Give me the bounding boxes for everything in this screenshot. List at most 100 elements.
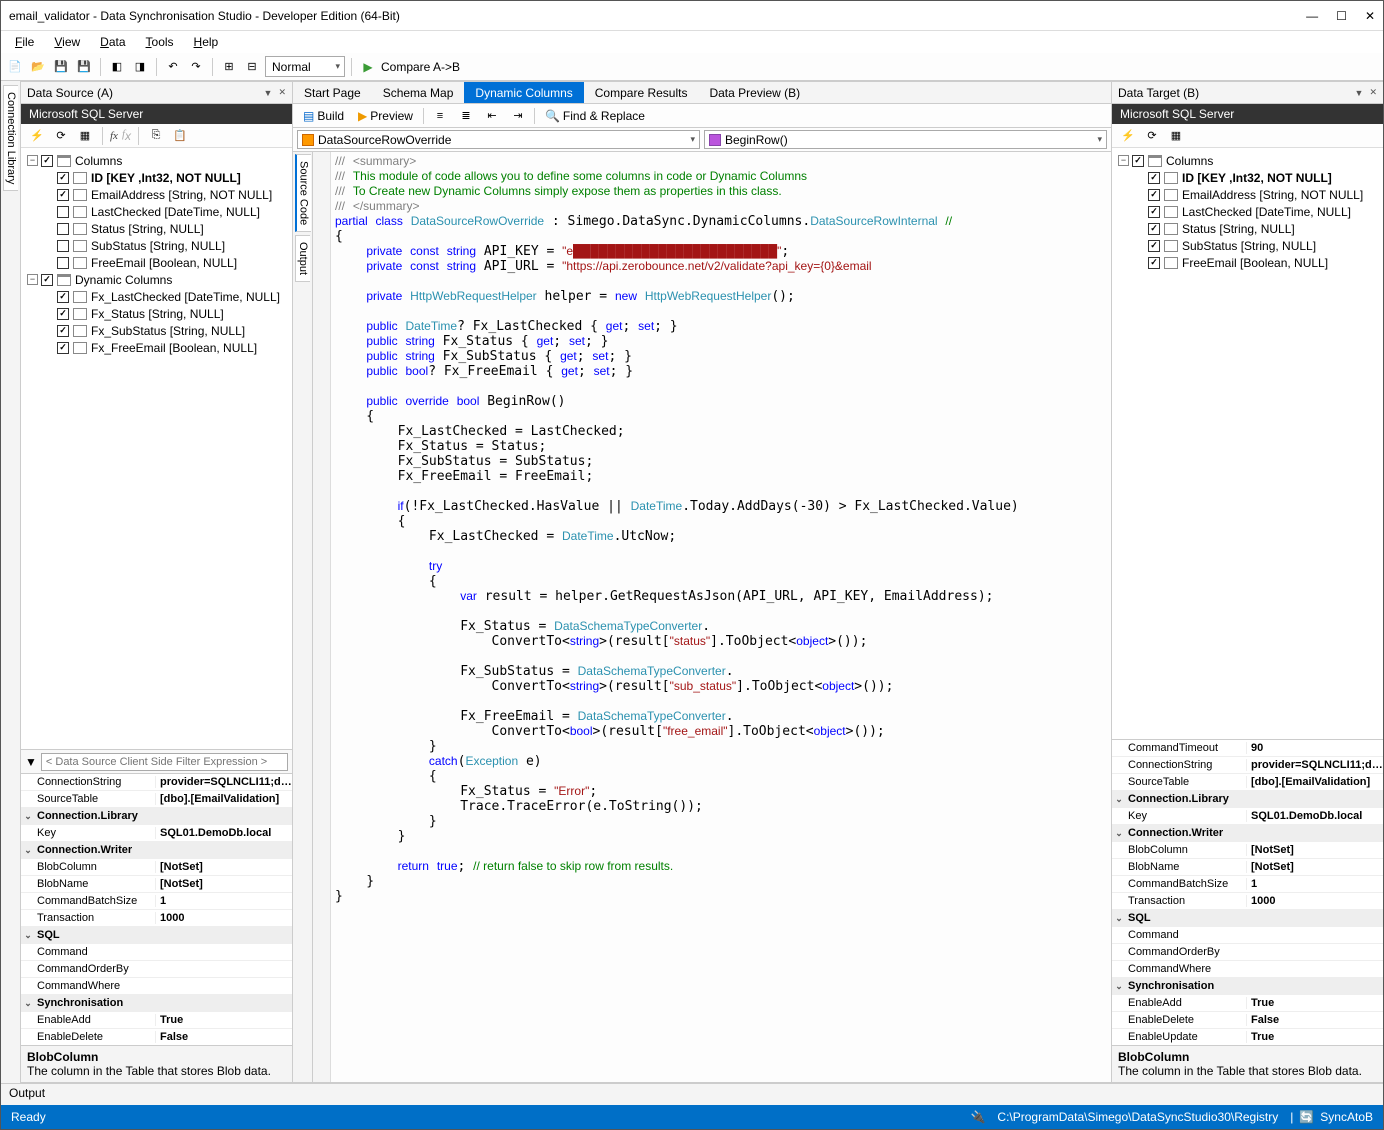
- menu-help[interactable]: Help: [186, 33, 227, 51]
- prop-row[interactable]: CommandWhere: [21, 978, 292, 995]
- tree-item[interactable]: LastChecked [DateTime, NULL]: [23, 203, 290, 220]
- prop-value[interactable]: 1000: [155, 912, 292, 924]
- tree-item[interactable]: SubStatus [String, NULL]: [1114, 237, 1381, 254]
- prop-value[interactable]: SQL01.DemoDb.local: [1246, 810, 1383, 822]
- build-button[interactable]: ▤Build: [299, 108, 348, 124]
- checkbox[interactable]: [57, 257, 69, 269]
- compare-label[interactable]: Compare A->B: [381, 60, 460, 74]
- tree-group[interactable]: −Dynamic Columns: [23, 271, 290, 288]
- outdent-icon[interactable]: ≣: [456, 106, 476, 126]
- checkbox[interactable]: [41, 274, 53, 286]
- prop-value[interactable]: [dbo].[EmailValidation]: [155, 793, 292, 805]
- dropdown-icon[interactable]: ▼: [1355, 88, 1364, 98]
- prop-value[interactable]: SQL01.DemoDb.local: [155, 827, 292, 839]
- connect-icon[interactable]: ⚡: [27, 126, 47, 146]
- checkbox[interactable]: [57, 291, 69, 303]
- prop-row[interactable]: KeySQL01.DemoDb.local: [21, 825, 292, 842]
- prop-row[interactable]: CommandBatchSize1: [21, 893, 292, 910]
- checkbox[interactable]: [41, 155, 53, 167]
- prop-category[interactable]: ⌄SQL: [21, 927, 292, 944]
- prop-category[interactable]: ⌄Connection.Writer: [21, 842, 292, 859]
- close-panel-icon[interactable]: ✕: [1369, 87, 1377, 98]
- paste-icon[interactable]: 📋: [170, 126, 190, 146]
- mode-selector[interactable]: Normal: [265, 56, 345, 77]
- tool-icon-4[interactable]: ⊟: [242, 57, 262, 77]
- open-icon[interactable]: 📂: [28, 57, 48, 77]
- source-properties[interactable]: ConnectionStringprovider=SQLNCLI11;data …: [21, 773, 292, 1045]
- menu-tools[interactable]: Tools: [138, 33, 182, 51]
- tab-dynamic-columns[interactable]: Dynamic Columns: [464, 82, 583, 103]
- tree-item[interactable]: FreeEmail [Boolean, NULL]: [1114, 254, 1381, 271]
- prop-row[interactable]: Command: [21, 944, 292, 961]
- prop-value[interactable]: 1000: [1246, 895, 1383, 907]
- prop-row[interactable]: ConnectionStringprovider=SQLNCLI11;data …: [21, 774, 292, 791]
- prop-value[interactable]: provider=SQLNCLI11;data so: [1246, 759, 1383, 771]
- prop-value[interactable]: True: [155, 1014, 292, 1026]
- prop-category[interactable]: ⌄Connection.Writer: [1112, 825, 1383, 842]
- indent2-icon[interactable]: ⇥: [508, 106, 528, 126]
- tree-item[interactable]: Fx_FreeEmail [Boolean, NULL]: [23, 339, 290, 356]
- checkbox[interactable]: [57, 172, 69, 184]
- tree-item[interactable]: Fx_SubStatus [String, NULL]: [23, 322, 290, 339]
- prop-category[interactable]: ⌄Synchronisation: [21, 995, 292, 1012]
- prop-value[interactable]: 1: [1246, 878, 1383, 890]
- indent-icon[interactable]: ⇤: [482, 106, 502, 126]
- prop-value[interactable]: [NotSet]: [155, 861, 292, 873]
- refresh-icon[interactable]: ⟳: [51, 126, 71, 146]
- prop-row[interactable]: BlobName[NotSet]: [21, 876, 292, 893]
- checkbox[interactable]: [57, 223, 69, 235]
- saveall-icon[interactable]: 💾: [74, 57, 94, 77]
- close-button[interactable]: ✕: [1365, 9, 1375, 23]
- tree-item[interactable]: EmailAddress [String, NOT NULL]: [1114, 186, 1381, 203]
- checkbox[interactable]: [57, 342, 69, 354]
- prop-row[interactable]: CommandOrderBy: [1112, 944, 1383, 961]
- prop-row[interactable]: ConnectionStringprovider=SQLNCLI11;data …: [1112, 757, 1383, 774]
- tree-item[interactable]: ID [KEY ,Int32, NOT NULL]: [1114, 169, 1381, 186]
- checkbox[interactable]: [1148, 223, 1160, 235]
- connect-icon[interactable]: ⚡: [1118, 126, 1138, 146]
- tab-compare-results[interactable]: Compare Results: [584, 82, 699, 103]
- refresh-icon[interactable]: ⟳: [1142, 126, 1162, 146]
- prop-category[interactable]: ⌄Connection.Library: [1112, 791, 1383, 808]
- prop-row[interactable]: CommandBatchSize1: [1112, 876, 1383, 893]
- menu-data[interactable]: Data: [92, 33, 133, 51]
- redo-icon[interactable]: ↷: [186, 57, 206, 77]
- tree-item[interactable]: SubStatus [String, NULL]: [23, 237, 290, 254]
- prop-row[interactable]: CommandOrderBy: [21, 961, 292, 978]
- checkbox[interactable]: [57, 240, 69, 252]
- close-panel-icon[interactable]: ✕: [278, 87, 286, 98]
- prop-row[interactable]: Transaction1000: [1112, 893, 1383, 910]
- checkbox[interactable]: [57, 308, 69, 320]
- class-dropdown[interactable]: DataSourceRowOverride: [297, 130, 700, 149]
- prop-value[interactable]: False: [1246, 1014, 1383, 1026]
- prop-row[interactable]: Command: [1112, 927, 1383, 944]
- tree-item[interactable]: Status [String, NULL]: [1114, 220, 1381, 237]
- output-side-tab[interactable]: Output: [295, 235, 310, 282]
- prop-category[interactable]: ⌄Synchronisation: [1112, 978, 1383, 995]
- checkbox[interactable]: [1148, 189, 1160, 201]
- prop-row[interactable]: EnableDeleteFalse: [1112, 1012, 1383, 1029]
- code-editor[interactable]: /// <summary> /// This module of code al…: [331, 152, 1111, 1082]
- prop-value[interactable]: [NotSet]: [155, 878, 292, 890]
- prop-row[interactable]: BlobName[NotSet]: [1112, 859, 1383, 876]
- target-properties[interactable]: CommandTimeout90ConnectionStringprovider…: [1112, 739, 1383, 1045]
- checkbox[interactable]: [57, 325, 69, 337]
- source-tree[interactable]: −ColumnsID [KEY ,Int32, NOT NULL]EmailAd…: [21, 148, 292, 749]
- tree-group[interactable]: −Columns: [23, 152, 290, 169]
- prop-value[interactable]: provider=SQLNCLI11;data so: [155, 776, 292, 788]
- filter-icon[interactable]: ▼: [25, 755, 37, 769]
- tree-item[interactable]: Fx_Status [String, NULL]: [23, 305, 290, 322]
- tree-item[interactable]: LastChecked [DateTime, NULL]: [1114, 203, 1381, 220]
- tree-item[interactable]: Fx_LastChecked [DateTime, NULL]: [23, 288, 290, 305]
- checkbox[interactable]: [57, 206, 69, 218]
- connection-library-tab[interactable]: Connection Library: [3, 85, 18, 191]
- copy-icon[interactable]: ⎘: [146, 126, 166, 146]
- tool-icon-1[interactable]: ◧: [107, 57, 127, 77]
- fx-icon[interactable]: fx: [110, 130, 118, 142]
- prop-value[interactable]: 90: [1246, 742, 1383, 754]
- filter-input[interactable]: [41, 753, 288, 771]
- tab-start-page[interactable]: Start Page: [293, 82, 372, 103]
- undo-icon[interactable]: ↶: [163, 57, 183, 77]
- prop-row[interactable]: EnableDeleteFalse: [21, 1029, 292, 1045]
- preview-button[interactable]: ▶Preview: [354, 108, 417, 124]
